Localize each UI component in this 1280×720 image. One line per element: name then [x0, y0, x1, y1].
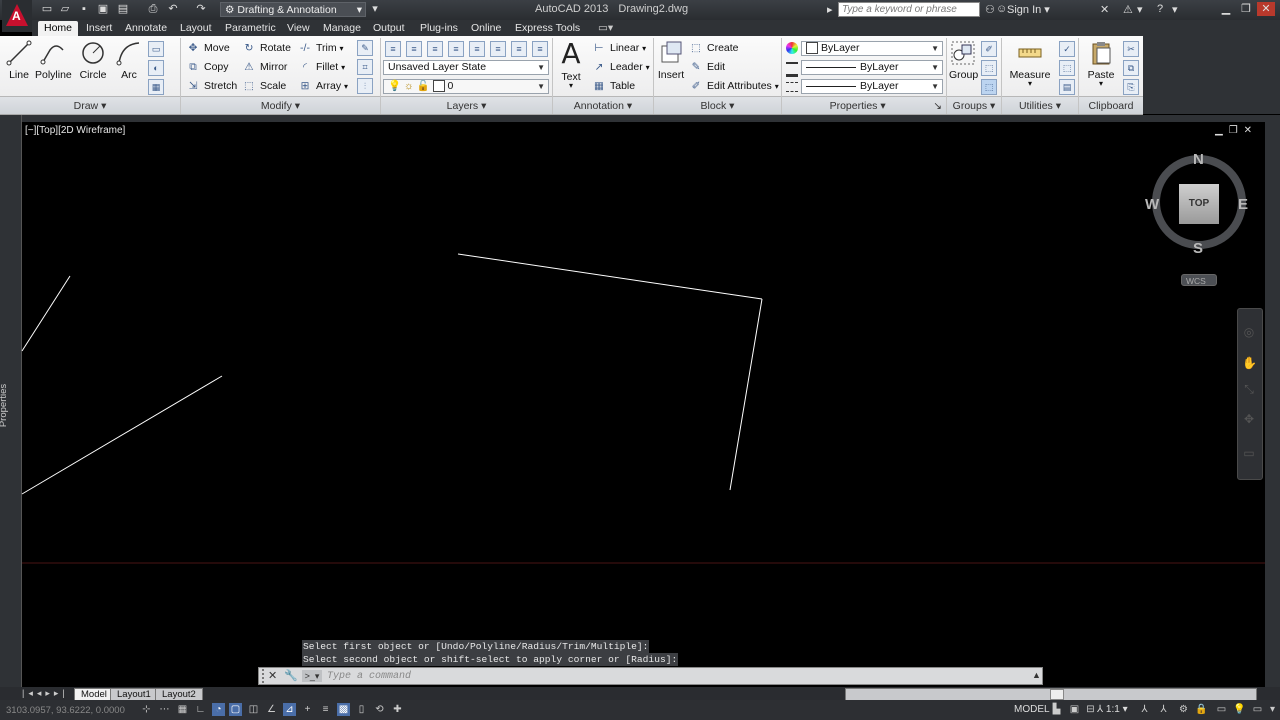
quick-properties-icon[interactable]: ▯ [355, 703, 368, 716]
command-history-toggle-icon[interactable]: ▲ [1032, 670, 1041, 680]
object-snap-icon[interactable]: ▢ [229, 703, 242, 716]
annotation-scale[interactable]: ⅄ 1:1 ▾ [1097, 704, 1128, 715]
drawn-line[interactable] [21, 275, 71, 352]
selection-cycling-icon[interactable]: ⟲ [373, 703, 386, 716]
quick-view-drawings-icon[interactable]: ▣ [1068, 703, 1081, 716]
dynamic-input-icon[interactable]: + [301, 703, 314, 716]
status-bar-menu-icon[interactable]: ▾ [1266, 703, 1279, 716]
allow-dynamic-ucs-icon[interactable]: ⊿ [283, 703, 296, 716]
3d-object-snap-icon[interactable]: ◫ [247, 703, 260, 716]
quick-view-layouts-icon[interactable]: ▙ [1050, 703, 1063, 716]
snap-mode-icon[interactable]: ⋯ [158, 703, 171, 716]
customize-command-icon[interactable]: 🔧 [284, 669, 298, 682]
drawn-line[interactable] [457, 253, 763, 300]
transparency-icon[interactable]: ▩ [337, 703, 350, 716]
annotation-visibility-icon[interactable]: ⊟ [1084, 703, 1097, 716]
viewport-controls-label[interactable]: [−][Top][2D Wireframe] [25, 125, 125, 136]
ortho-mode-icon[interactable]: ∟ [194, 703, 207, 716]
autoscale-icon[interactable]: ⅄ [1157, 703, 1170, 716]
command-history-line: Select second object or shift-select to … [302, 653, 679, 666]
annotation-scale-value: 1:1 [1105, 704, 1120, 715]
ucs-label: WCS [1186, 276, 1206, 286]
annotation-monitor-icon[interactable]: ✚ [391, 703, 404, 716]
command-input[interactable]: Type a command [327, 671, 411, 682]
recent-commands-icon[interactable]: >_▾ [302, 670, 322, 682]
grid-display-icon[interactable]: ▦ [176, 703, 189, 716]
workspace-switching-icon[interactable]: ⚙ [1177, 703, 1190, 716]
infer-constraints-icon[interactable]: ⊹ [140, 703, 153, 716]
command-history: Select first object or [Undo/Polyline/Ra… [302, 640, 679, 666]
zoom-extents-icon[interactable]: ⤡ [1242, 382, 1256, 396]
close-command-line-icon[interactable]: ✕ [268, 669, 277, 682]
compass-south[interactable]: S [1193, 240, 1203, 257]
orbit-icon[interactable]: ✥ [1242, 412, 1256, 426]
lineweight-toggle-icon[interactable]: ≡ [319, 703, 332, 716]
drawing-geometry[interactable] [0, 0, 1280, 720]
object-snap-tracking-icon[interactable]: ∠ [265, 703, 278, 716]
viewcube-top-face[interactable]: TOP [1179, 184, 1219, 224]
isolate-objects-icon[interactable]: 💡 [1233, 703, 1246, 716]
command-history-line: Select first object or [Undo/Polyline/Ra… [302, 640, 650, 653]
steering-wheel-icon[interactable]: ◎ [1242, 325, 1256, 339]
annotation-scale-icon: ⅄ [1097, 704, 1106, 715]
model-space-toggle[interactable]: MODEL [1014, 704, 1050, 715]
compass-east[interactable]: E [1238, 196, 1248, 213]
annotation-autoscale-icon[interactable]: ⅄ [1138, 703, 1151, 716]
polar-tracking-icon[interactable]: ◔ [212, 703, 225, 716]
pan-hand-icon[interactable]: ✋ [1242, 356, 1257, 370]
compass-north[interactable]: N [1193, 151, 1204, 168]
tab-navigation-arrows[interactable]: |◂◂▸▸| [22, 688, 69, 699]
showmotion-icon[interactable]: ▭ [1242, 446, 1256, 460]
compass-west[interactable]: W [1145, 196, 1159, 213]
lock-ui-icon[interactable]: 🔒 [1195, 703, 1208, 716]
drawn-line[interactable] [729, 298, 763, 491]
horizontal-scrollbar-thumb[interactable] [1050, 689, 1064, 700]
viewport-window-controls[interactable]: ▁❐✕ [1215, 125, 1258, 136]
hardware-acceleration-icon[interactable]: ▭ [1215, 703, 1228, 716]
clean-screen-icon[interactable]: ▭ [1251, 703, 1264, 716]
ucs-menu[interactable]: WCS [1181, 274, 1217, 286]
coordinate-display[interactable]: 3103.0957, 93.6222, 0.0000 [6, 705, 125, 716]
drawn-line[interactable] [21, 375, 223, 495]
